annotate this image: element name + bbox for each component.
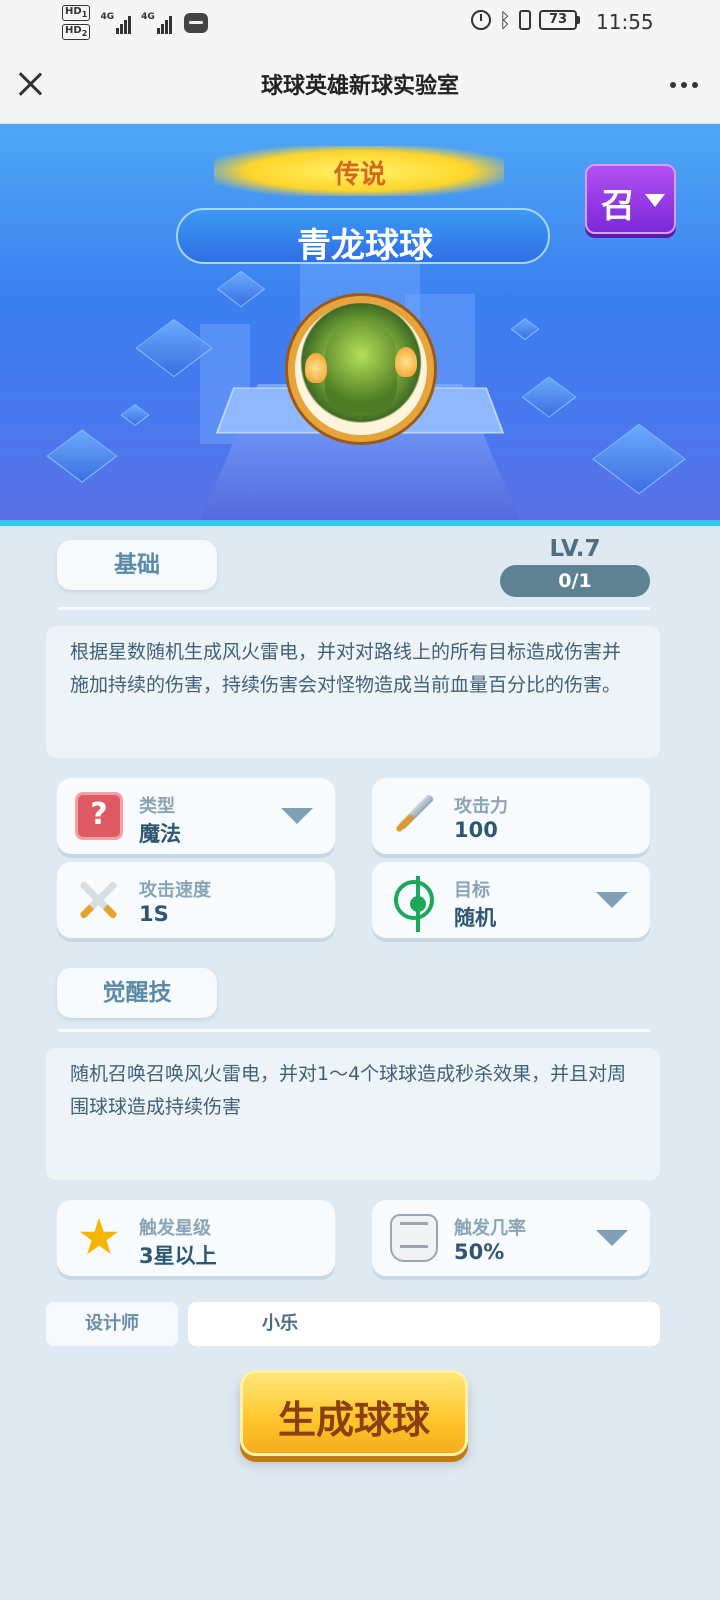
- bluetooth-icon: ᛒ: [499, 8, 511, 32]
- signal-1-icon: 4G: [100, 11, 132, 34]
- chevron-down-icon: [645, 194, 665, 207]
- designer-label: 设计师: [46, 1302, 178, 1346]
- summon-dropdown-button[interactable]: 召: [585, 164, 676, 234]
- signal-bar: [156, 27, 160, 34]
- flame-icon: [395, 347, 417, 377]
- stat-trigger-star-card[interactable]: ★ 触发星级 3星以上: [57, 1200, 335, 1276]
- floating-cube: [216, 270, 266, 308]
- floating-cube: [510, 318, 540, 340]
- crossed-swords-icon: [75, 876, 123, 924]
- network-1-label: 4G: [100, 11, 115, 22]
- stat-target-card[interactable]: 目标 随机: [372, 862, 650, 938]
- page-title: 球球英雄新球实验室: [260, 74, 459, 99]
- section-divider: [58, 1029, 650, 1032]
- sim1-hd-label: HD1: [62, 5, 91, 21]
- generate-ball-label: 生成球球: [277, 1398, 430, 1442]
- stat-label: 攻击速度: [139, 880, 211, 901]
- level-label: LV.7: [549, 536, 601, 562]
- stat-attack-card[interactable]: 攻击力 100: [372, 778, 650, 854]
- battery-icon: 73: [539, 10, 580, 30]
- chevron-down-icon[interactable]: [281, 808, 313, 824]
- question-icon: ?: [75, 792, 123, 840]
- stat-value: 3星以上: [139, 1244, 217, 1268]
- section-divider: [58, 607, 650, 610]
- signal-bar: [164, 19, 168, 34]
- tab-basic[interactable]: 基础: [57, 540, 217, 590]
- generate-ball-button[interactable]: 生成球球: [240, 1370, 468, 1456]
- stat-type-card[interactable]: ? 类型 魔法: [57, 778, 335, 854]
- chevron-down-icon[interactable]: [596, 1230, 628, 1246]
- stat-label: 目标: [454, 880, 490, 901]
- stat-value: 随机: [454, 906, 496, 930]
- summon-label: 召: [601, 186, 635, 226]
- floating-cube: [46, 429, 118, 483]
- signal-bar: [160, 23, 164, 34]
- network-2-label: 4G: [141, 11, 155, 22]
- dragon-portrait-icon[interactable]: [288, 296, 434, 442]
- title-bar: 球球英雄新球实验室: [0, 46, 720, 124]
- sim-indicators: HD1 HD2: [62, 5, 91, 40]
- dragon-figure: [325, 323, 397, 413]
- battery-tip: [577, 16, 580, 24]
- more-icon[interactable]: [670, 82, 698, 88]
- game-controller-icon: [183, 12, 208, 33]
- floating-cube: [592, 423, 686, 495]
- stat-label: 类型: [139, 796, 175, 817]
- status-left: HD1 HD2 4G 4G: [62, 5, 208, 40]
- chevron-down-icon[interactable]: [596, 892, 628, 908]
- stat-value: 魔法: [139, 822, 181, 846]
- sim1-number: 1: [81, 9, 88, 19]
- battery-level: 73: [539, 10, 577, 30]
- tab-awaken-skill[interactable]: 觉醒技: [57, 968, 217, 1018]
- floating-cube: [521, 376, 577, 418]
- target-icon: [394, 876, 434, 932]
- floating-cube: [120, 404, 150, 426]
- star-icon: ★: [76, 1208, 122, 1266]
- signal-bar: [128, 15, 132, 34]
- sim1-hd-text: HD: [65, 6, 82, 17]
- status-right: ᛒ 73: [471, 10, 580, 30]
- target-ring: [394, 876, 434, 932]
- sim2-hd-label: HD2: [62, 24, 91, 40]
- status-bar: HD1 HD2 4G 4G ᛒ 73 11:55: [0, 0, 720, 46]
- signal-bar: [124, 19, 128, 34]
- stat-trigger-rate-card[interactable]: 触发几率 50%: [372, 1200, 650, 1276]
- basic-description: 根据星数随机生成风火雷电，并对对路线上的所有目标造成伤害并施加持续的伤害，持续伤…: [46, 626, 660, 758]
- vibrate-icon: [519, 10, 531, 30]
- glove-icon: [390, 1214, 438, 1262]
- signal-bar: [120, 23, 124, 34]
- signal-bar: [116, 27, 120, 34]
- signal-bar: [168, 15, 172, 34]
- stat-label: 触发星级: [139, 1218, 211, 1239]
- level-progress-text: 0/1: [558, 570, 592, 592]
- stat-attack-speed-card[interactable]: 攻击速度 1S: [57, 862, 335, 938]
- stat-value: 100: [454, 818, 498, 842]
- flame-icon: [305, 353, 327, 383]
- hero-banner: 传说 青龙球球 召: [0, 124, 720, 526]
- ball-name: 青龙球球: [297, 226, 433, 266]
- sim2-hd-text: HD: [65, 25, 82, 36]
- signal-2-icon: 4G: [141, 12, 172, 34]
- sword-icon: [390, 792, 438, 840]
- sim2-number: 2: [81, 28, 88, 38]
- designer-field[interactable]: 小乐: [188, 1302, 660, 1346]
- ball-name-box: 青龙球球: [176, 208, 550, 266]
- stat-value: 1S: [139, 902, 169, 926]
- awaken-description: 随机召唤召唤风火雷电，并对1～4个球球造成秒杀效果，并且对周围球球造成持续伤害: [46, 1048, 660, 1180]
- stat-value: 50%: [454, 1240, 505, 1264]
- stat-label: 触发几率: [454, 1218, 526, 1239]
- clock: 11:55: [596, 10, 654, 34]
- level-progress-bar: 0/1: [500, 565, 650, 597]
- alarm-icon: [471, 10, 491, 30]
- stat-label: 攻击力: [454, 796, 508, 817]
